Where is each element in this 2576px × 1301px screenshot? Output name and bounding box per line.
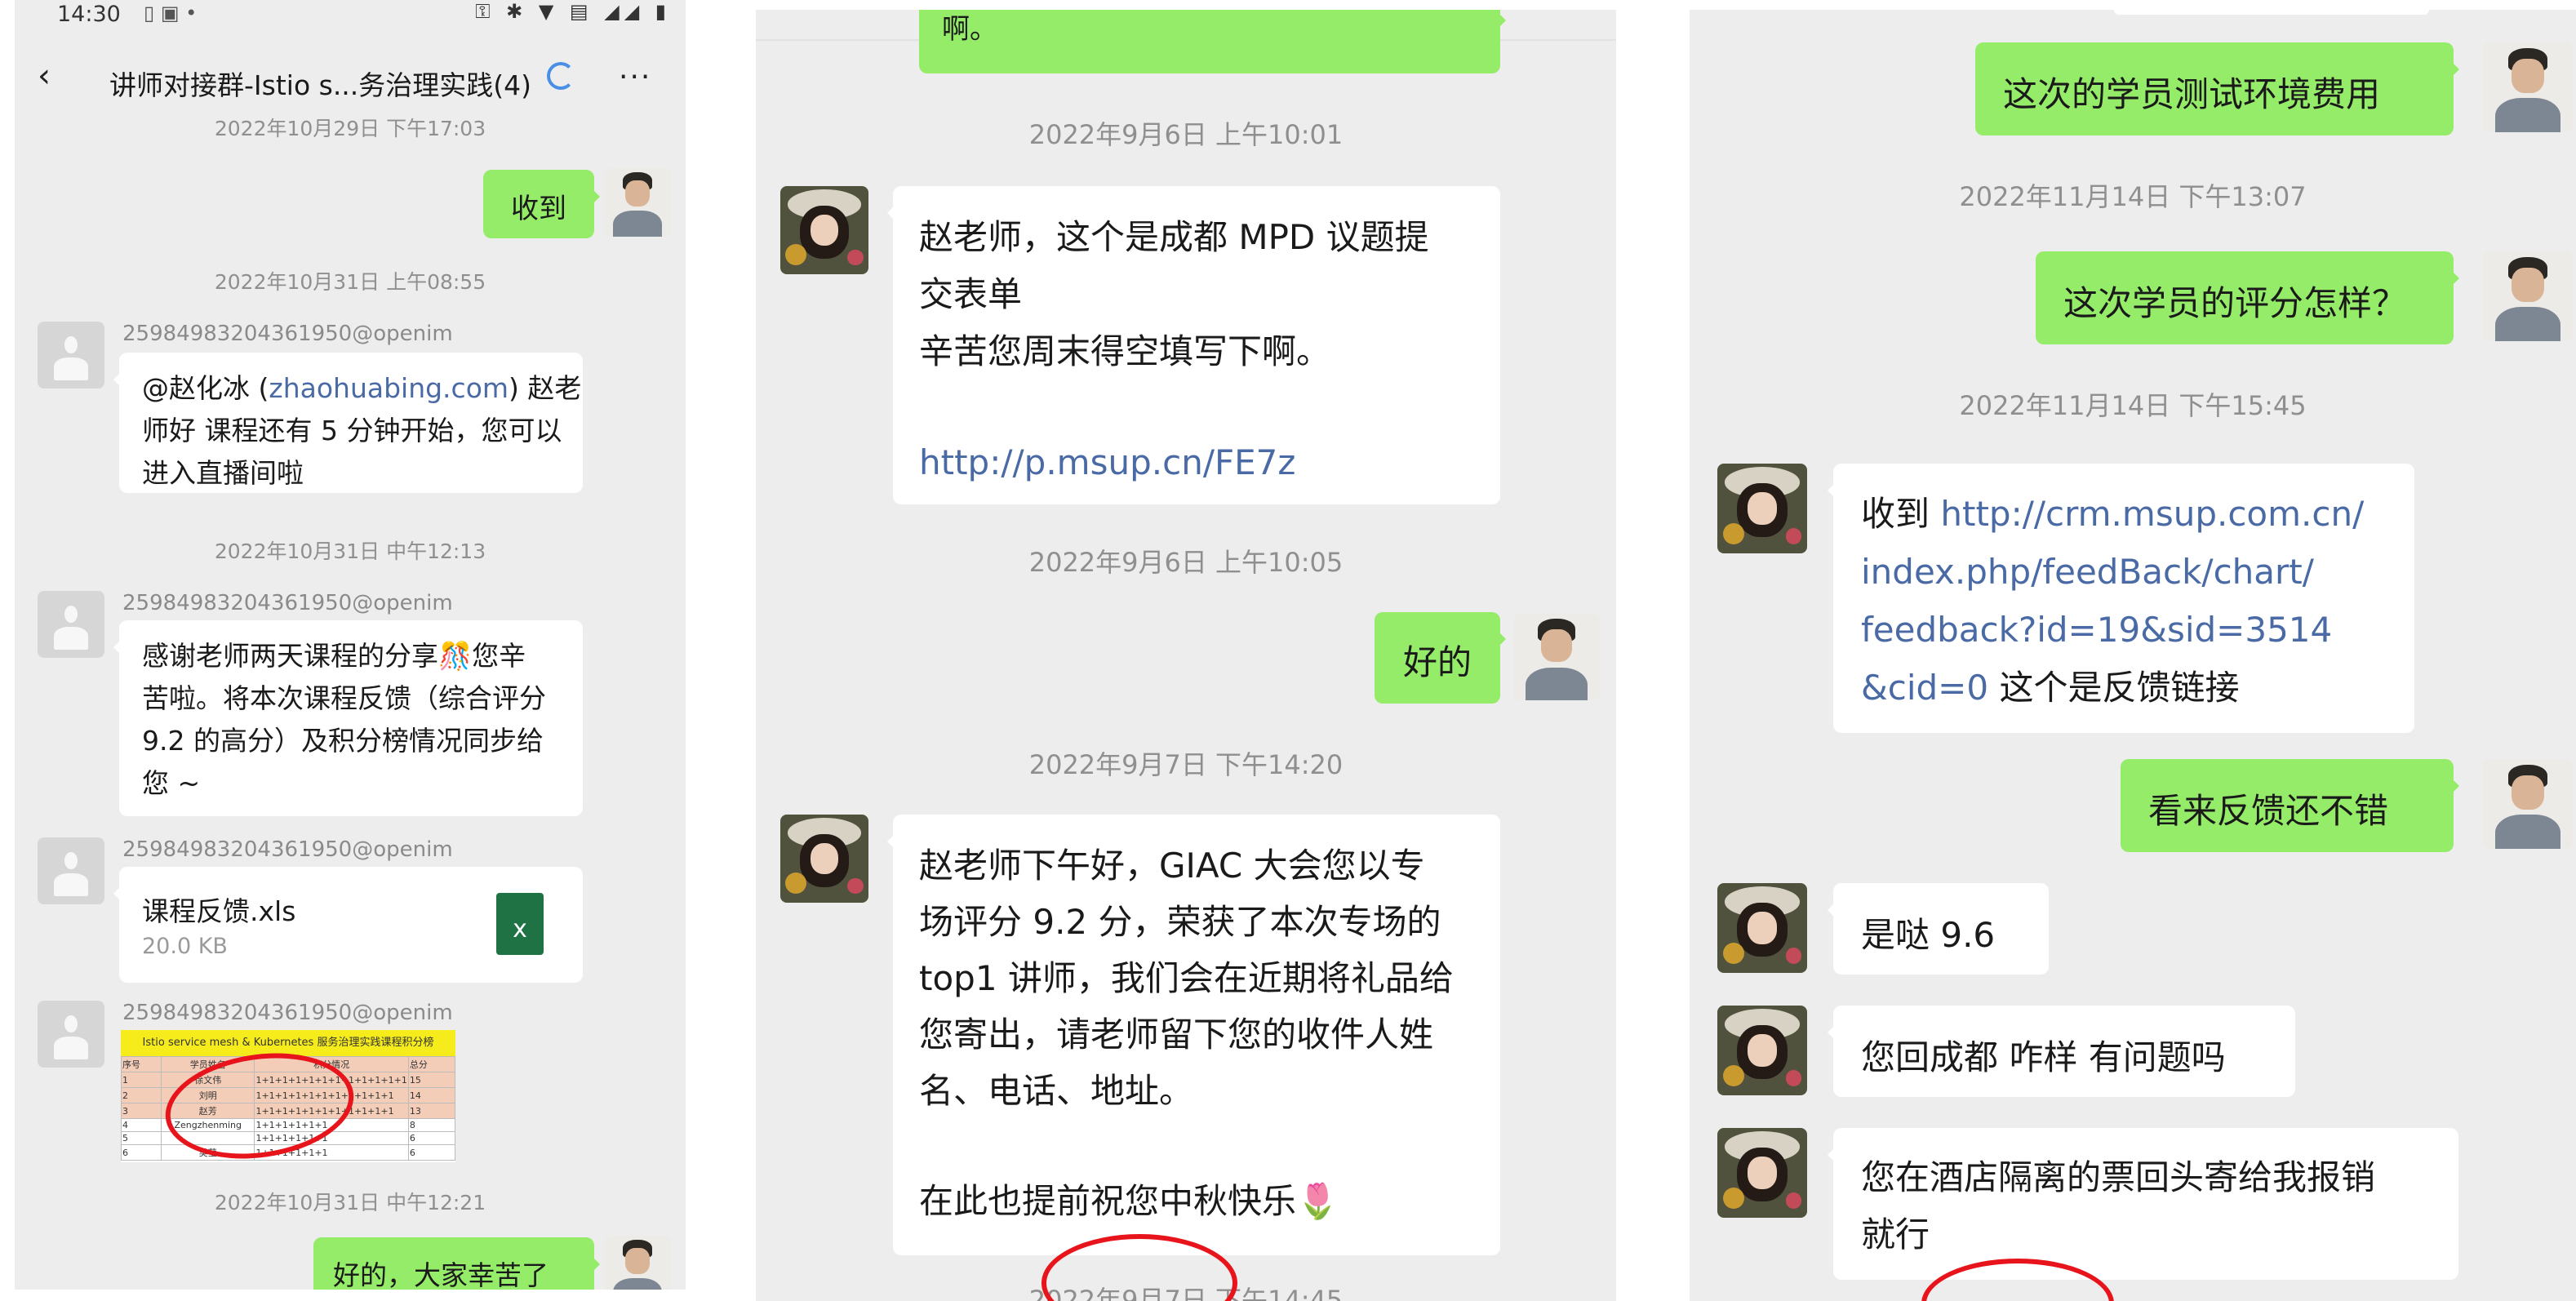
mention-link[interactable]: zhaohuabing.com — [269, 372, 509, 404]
message-bubble-received[interactable]: @赵化冰 (zhaohuabing.com) 赵老 师好 课程还有 5 分钟开始… — [113, 353, 583, 493]
avatar-contact[interactable] — [1717, 883, 1807, 973]
timestamp: 2022年9月6日 上午10:01 — [1028, 119, 1344, 150]
timestamp: 2022年9月6日 上午10:05 — [1028, 547, 1344, 578]
avatar-openim[interactable] — [38, 1001, 104, 1068]
avatar-openim[interactable] — [38, 591, 104, 658]
avatar-contact[interactable] — [1717, 1006, 1807, 1095]
timestamp: 2022年10月31日 中午12:13 — [214, 539, 486, 563]
avatar-self[interactable] — [2483, 42, 2573, 132]
message-bubble-received[interactable]: 您在酒店隔离的票回头寄给我报销 就行 — [1828, 1128, 2458, 1280]
thumb-title: Istio service mesh & Kubernetes 服务治理实践课程… — [121, 1030, 455, 1056]
file-message[interactable]: 课程反馈.xls 20.0 KB x — [113, 867, 583, 983]
sender-name: 25984983204361950@openim — [122, 322, 453, 346]
avatar-self[interactable] — [2483, 759, 2573, 849]
message-bubble-sent[interactable]: 看来反馈还不错 — [2121, 759, 2459, 852]
timestamp: 2022年10月31日 上午08:55 — [214, 270, 486, 294]
status-bar: 14:30 ▯ ▣ • ⚿ ✱ ▼ ▤ ◢◢ ▮ — [15, 0, 686, 34]
avatar-contact[interactable] — [1717, 464, 1807, 553]
more-icon[interactable]: ··· — [619, 60, 651, 94]
message-bubble-received[interactable]: 感谢老师两天课程的分享🎊您辛 苦啦。将本次课程反馈（综合评分 9.2 的高分）及… — [113, 620, 583, 816]
partial-timestamp: 2022年10月29日 下午17:03 — [214, 117, 486, 140]
chat-panel-1: 14:30 ▯ ▣ • ⚿ ✱ ▼ ▤ ◢◢ ▮ ‹ 讲师对接群-Istio s… — [15, 0, 686, 1290]
status-time: 14:30 — [57, 2, 121, 27]
file-size: 20.0 KB — [142, 934, 228, 959]
feedback-link[interactable]: http://crm.msup.com.cn/ — [1940, 494, 2364, 534]
timestamp: 2022年9月7日 下午14:20 — [1028, 749, 1344, 780]
feedback-link[interactable]: index.php/feedBack/chart/ — [1861, 543, 2414, 601]
avatar-self[interactable] — [1513, 614, 1600, 700]
sender-name: 25984983204361950@openim — [122, 591, 453, 615]
avatar-contact[interactable] — [780, 815, 868, 903]
chat-loading-icon — [547, 62, 575, 90]
avatar-self[interactable] — [604, 1236, 671, 1290]
timestamp: 2022年11月14日 下午13:07 — [1959, 181, 2307, 212]
message-bubble-received[interactable]: 赵老师下午好，GIAC 大会您以专 场评分 9.2 分，荣获了本次专场的 top… — [887, 815, 1500, 1255]
chat-panel-2: 啊。 2022年9月6日 上午10:01 赵老师，这个是成都 MPD 议题提 交… — [756, 10, 1616, 1301]
message-bubble-received[interactable]: 赵老师，这个是成都 MPD 议题提 交表单 辛苦您周末得空填写下啊。 http:… — [887, 186, 1500, 504]
feedback-link[interactable]: feedback?id=19&sid=3514 — [1861, 601, 2414, 659]
timestamp: 2022年10月31日 中午12:21 — [214, 1191, 486, 1214]
message-bubble-received[interactable]: 收到 http://crm.msup.com.cn/ index.php/fee… — [1828, 464, 2414, 733]
timestamp: 2022年11月14日 下午15:45 — [1959, 390, 2307, 421]
avatar-self[interactable] — [604, 168, 671, 237]
avatar-openim[interactable] — [38, 322, 104, 389]
message-bubble-sent[interactable]: 收到 — [483, 170, 600, 238]
message-bubble-sent[interactable]: 好的 — [1375, 612, 1506, 704]
excel-icon: x — [496, 893, 544, 955]
chat-panel-3: 这次的学员测试环境费用 2022年11月14日 下午13:07 这次学员的评分怎… — [1690, 10, 2576, 1301]
back-icon[interactable]: ‹ — [38, 57, 51, 95]
feedback-link[interactable]: &cid=0 — [1861, 668, 1988, 708]
sender-name: 25984983204361950@openim — [122, 837, 453, 862]
file-name: 课程反馈.xls — [142, 895, 296, 927]
status-icons: ▯ ▣ • — [144, 2, 198, 24]
partial-bubble-top — [2114, 10, 2429, 15]
avatar-openim[interactable] — [38, 837, 104, 904]
avatar-self[interactable] — [2483, 251, 2573, 341]
message-bubble-sent[interactable]: 好的，大家幸苦了 — [313, 1237, 600, 1290]
chat-title: 讲师对接群-Istio s...务治理实践(4) — [109, 69, 532, 101]
message-bubble-sent-partial[interactable]: 啊。 — [919, 10, 1506, 73]
system-status-icons: ⚿ ✱ ▼ ▤ ◢◢ ▮ — [475, 0, 671, 23]
avatar-contact[interactable] — [780, 186, 868, 274]
avatar-contact[interactable] — [1717, 1128, 1807, 1218]
sender-name: 25984983204361950@openim — [122, 1001, 453, 1025]
message-bubble-sent[interactable]: 这次的学员测试环境费用 — [1975, 42, 2459, 135]
message-bubble-received[interactable]: 是哒 9.6 — [1828, 883, 2049, 975]
form-link[interactable]: http://p.msup.cn/FE7z — [919, 434, 1500, 491]
message-bubble-sent[interactable]: 这次学员的评分怎样？ — [2036, 251, 2459, 344]
chat-header: ‹ 讲师对接群-Istio s...务治理实践(4) ··· — [15, 51, 686, 108]
message-bubble-received[interactable]: 您回成都 咋样 有问题吗 — [1828, 1006, 2295, 1097]
